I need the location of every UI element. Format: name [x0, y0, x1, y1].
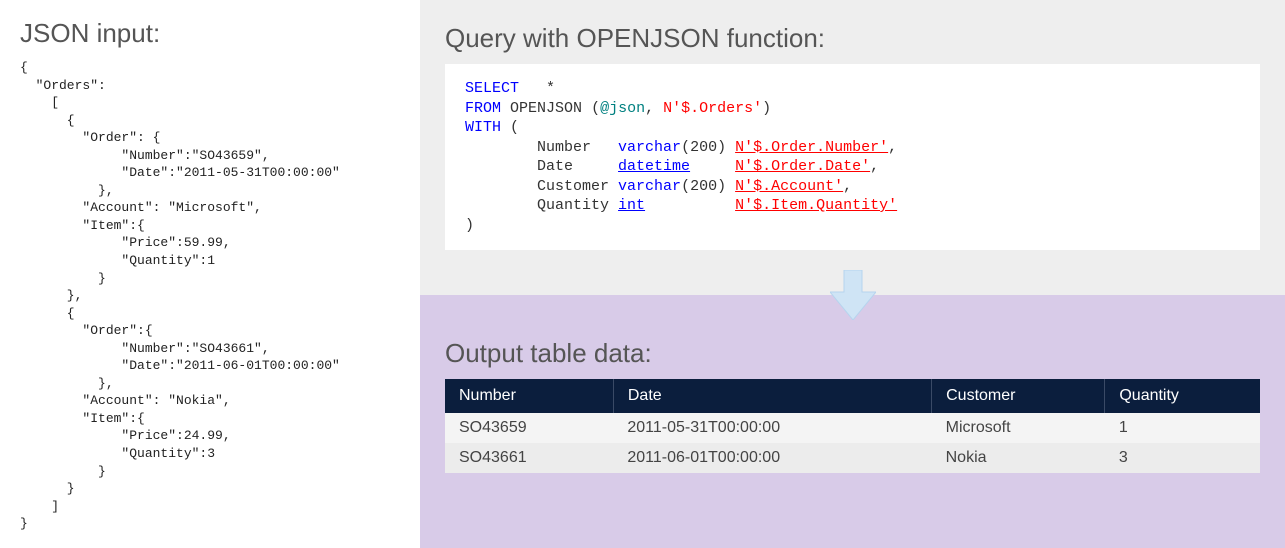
fn-openjson: OPENJSON [510, 100, 582, 117]
col3-len: (200) [681, 178, 726, 195]
th-quantity: Quantity [1105, 379, 1260, 413]
output-title: Output table data: [445, 338, 1260, 369]
cell-quantity: 1 [1105, 413, 1260, 443]
col2-path: N'$.Order.Date' [735, 158, 870, 175]
arrow-container [420, 270, 1285, 320]
col1-path: N'$.Order.Number' [735, 139, 888, 156]
comma: , [645, 100, 654, 117]
col2-name: Date [537, 158, 573, 175]
output-panel: Output table data: Number Date Customer … [420, 320, 1285, 548]
col4-path: N'$.Item.Quantity' [735, 197, 897, 214]
cell-date: 2011-05-31T00:00:00 [613, 413, 931, 443]
col4-type: int [618, 197, 645, 214]
query-panel: Query with OPENJSON function: SELECT * F… [420, 0, 1285, 270]
col2-type: datetime [618, 158, 690, 175]
with-open: ( [510, 119, 519, 136]
table-row: SO43659 2011-05-31T00:00:00 Microsoft 1 [445, 413, 1260, 443]
right-panel: Query with OPENJSON function: SELECT * F… [420, 0, 1285, 548]
cell-customer: Microsoft [932, 413, 1105, 443]
col4-name: Quantity [537, 197, 609, 214]
output-table: Number Date Customer Quantity SO43659 20… [445, 379, 1260, 473]
th-number: Number [445, 379, 613, 413]
query-title: Query with OPENJSON function: [445, 23, 1260, 54]
paren-close: ) [762, 100, 771, 117]
table-header-row: Number Date Customer Quantity [445, 379, 1260, 413]
col1-name: Number [537, 139, 591, 156]
col3-type: varchar [618, 178, 681, 195]
col3-path: N'$.Account' [735, 178, 843, 195]
json-input-panel: JSON input: { "Orders": [ { "Order": { "… [0, 0, 420, 548]
th-date: Date [613, 379, 931, 413]
arrow-down-icon [830, 270, 876, 320]
kw-from: FROM [465, 100, 501, 117]
with-close: ) [465, 217, 474, 234]
json-input-title: JSON input: [20, 18, 400, 49]
star: * [546, 80, 555, 97]
cell-quantity: 3 [1105, 443, 1260, 473]
path-orders: N'$.Orders' [663, 100, 762, 117]
query-code: SELECT * FROM OPENJSON (@json, N'$.Order… [445, 64, 1260, 250]
col3-name: Customer [537, 178, 609, 195]
col1-len: (200) [681, 139, 726, 156]
cell-customer: Nokia [932, 443, 1105, 473]
col1-type: varchar [618, 139, 681, 156]
json-input-code: { "Orders": [ { "Order": { "Number":"SO4… [20, 59, 400, 533]
main-container: JSON input: { "Orders": [ { "Order": { "… [0, 0, 1285, 548]
at-json: @json [600, 100, 645, 117]
th-customer: Customer [932, 379, 1105, 413]
paren-open: ( [591, 100, 600, 117]
cell-number: SO43659 [445, 413, 613, 443]
cell-date: 2011-06-01T00:00:00 [613, 443, 931, 473]
cell-number: SO43661 [445, 443, 613, 473]
kw-select: SELECT [465, 80, 519, 97]
kw-with: WITH [465, 119, 501, 136]
table-row: SO43661 2011-06-01T00:00:00 Nokia 3 [445, 443, 1260, 473]
